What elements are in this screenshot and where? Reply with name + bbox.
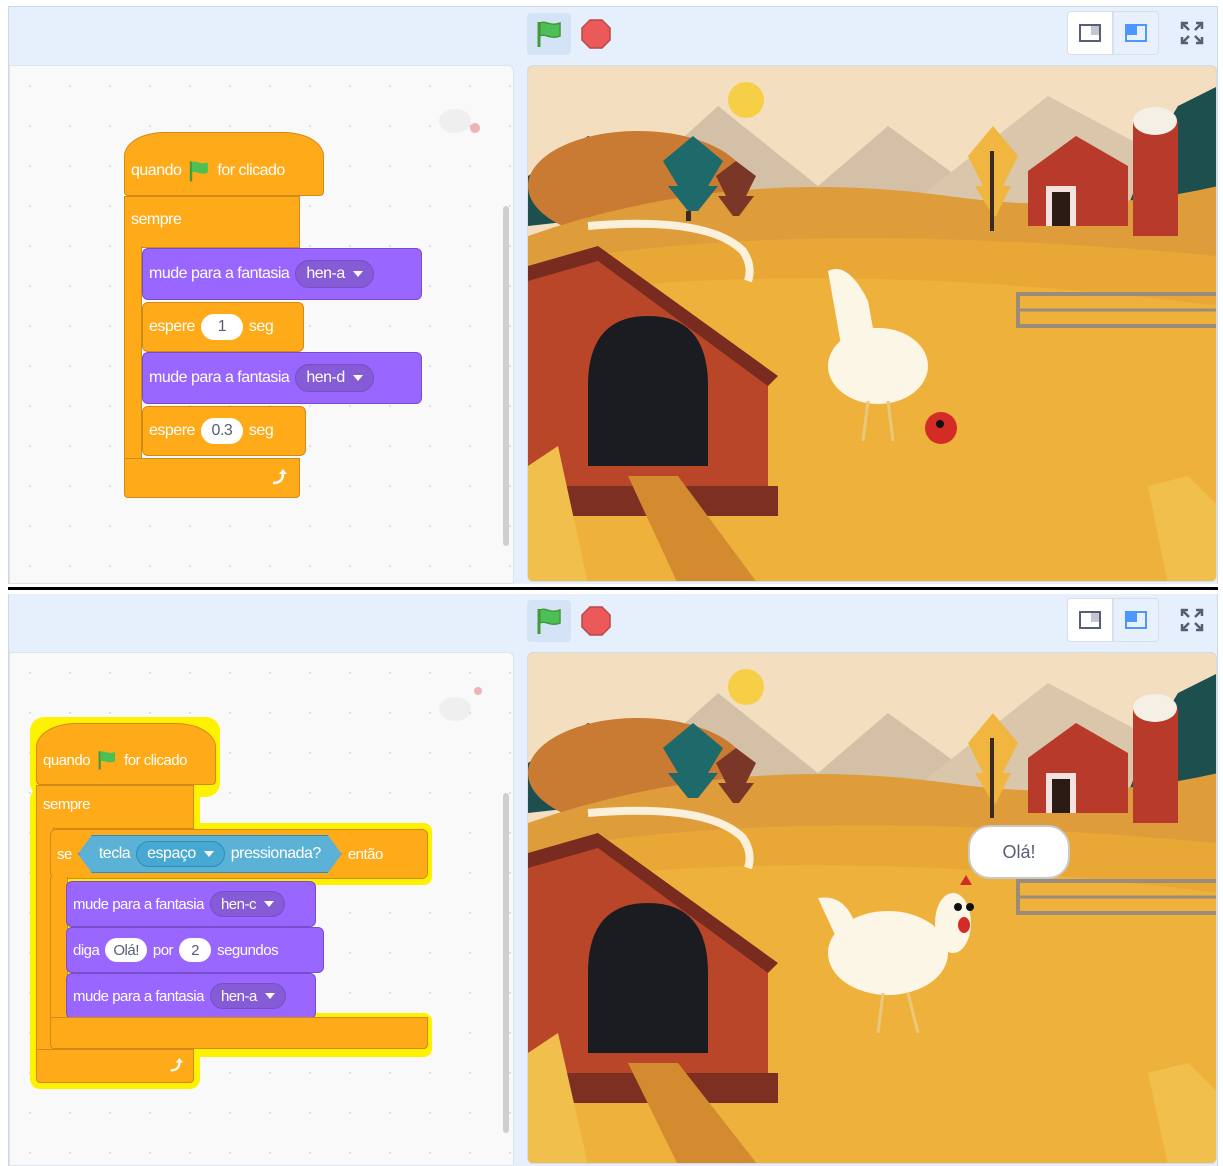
small-stage-button[interactable] [1067, 598, 1113, 642]
when-flag-clicked-block[interactable]: quando for clicado [36, 723, 216, 785]
loop-arrow-icon [272, 469, 287, 485]
if-label: se [57, 845, 72, 863]
wait-input[interactable]: 1 [200, 314, 243, 340]
stage[interactable]: Olá! [527, 652, 1217, 1164]
if-then-block[interactable]: se tecla espaço pressionada? então [50, 829, 428, 879]
costume-label: mude para a fantasia [73, 987, 204, 1005]
key-label: tecla [98, 845, 131, 862]
fullscreen-button[interactable] [1169, 598, 1215, 642]
costume-value: hen-a [220, 987, 257, 1005]
sprite-thumbnail [430, 96, 490, 146]
wait-unit: seg [248, 318, 274, 335]
forever-block-bottom [124, 458, 300, 498]
stage[interactable] [527, 65, 1217, 582]
green-flag-icon [190, 161, 209, 182]
costume-dropdown[interactable]: hen-c [209, 891, 285, 917]
wait-label: espere [149, 318, 195, 335]
hat-label-before: quando [131, 162, 182, 179]
costume-label: mude para a fantasia [149, 265, 290, 282]
hat-label-after: for clicado [124, 751, 187, 769]
fullscreen-icon [1180, 21, 1204, 45]
loop-arrow-icon [170, 1058, 183, 1072]
costume-label: mude para a fantasia [73, 895, 204, 913]
forever-block[interactable]: sempre [36, 785, 194, 829]
wait-label: espere [149, 422, 195, 439]
farm-backdrop [528, 653, 1216, 1163]
workspace-scrollbar[interactable] [503, 206, 509, 546]
editor-panel-bottom: quando for clicado sempre se tecla espaç… [8, 594, 1218, 1166]
hat-label-before: quando [43, 751, 91, 769]
chevron-down-icon [263, 901, 274, 907]
green-flag-icon [537, 608, 561, 634]
normal-stage-icon [1125, 611, 1147, 629]
editor-panel-top: quando for clicado sempre mude para a fa… [8, 6, 1218, 584]
switch-costume-block[interactable]: mude para a fantasia hen-a [142, 248, 422, 300]
key-value: espaço [147, 845, 196, 862]
fullscreen-button[interactable] [1169, 11, 1215, 55]
code-workspace[interactable]: quando for clicado sempre mude para a fa… [9, 65, 514, 584]
hat-label-after: for clicado [217, 162, 285, 179]
code-workspace[interactable]: quando for clicado sempre se tecla espaç… [9, 652, 514, 1166]
key-pressed-block[interactable]: tecla espaço pressionada? [78, 835, 342, 873]
wait-unit: seg [248, 422, 274, 439]
normal-stage-button[interactable] [1113, 598, 1159, 642]
green-flag-icon [98, 751, 116, 770]
forever-block[interactable]: sempre [124, 196, 300, 248]
sprite-thumbnail [430, 681, 490, 731]
costume-value: hen-d [306, 369, 345, 386]
normal-stage-button[interactable] [1113, 11, 1159, 55]
farm-backdrop [528, 66, 1216, 581]
switch-costume-block[interactable]: mude para a fantasia hen-c [66, 881, 316, 927]
chevron-down-icon [352, 271, 363, 277]
chevron-down-icon [204, 851, 214, 857]
workspace-scrollbar[interactable] [503, 793, 509, 1133]
costume-label: mude para a fantasia [149, 369, 290, 386]
wait-block[interactable]: espere 0.3 seg [142, 406, 306, 456]
stop-button[interactable] [579, 17, 613, 51]
when-flag-clicked-block[interactable]: quando for clicado [124, 132, 324, 196]
stop-button[interactable] [579, 604, 613, 638]
forever-label: sempre [43, 796, 91, 813]
small-stage-icon [1079, 24, 1101, 42]
say-unit: segundos [217, 941, 279, 959]
green-flag-button[interactable] [527, 13, 571, 55]
costume-value: hen-a [306, 265, 345, 282]
switch-costume-block[interactable]: mude para a fantasia hen-d [142, 352, 422, 404]
say-for-secs-block[interactable]: diga Olá! por 2 segundos [66, 927, 324, 973]
forever-block-bottom [36, 1049, 194, 1083]
stop-icon [581, 606, 611, 636]
wait-input[interactable]: 0.3 [200, 418, 243, 444]
speech-bubble: Olá! [968, 825, 1070, 879]
say-for-label: por [152, 941, 174, 959]
stop-icon [581, 19, 611, 49]
forever-label: sempre [131, 211, 182, 228]
switch-costume-block[interactable]: mude para a fantasia hen-a [66, 973, 316, 1019]
costume-value: hen-c [220, 895, 257, 913]
costume-dropdown[interactable]: hen-a [209, 983, 286, 1009]
forever-c-arm [124, 246, 142, 492]
fullscreen-icon [1180, 608, 1204, 632]
chevron-down-icon [352, 375, 363, 381]
normal-stage-icon [1125, 24, 1147, 42]
if-block-bottom [50, 1017, 428, 1049]
chevron-down-icon [264, 993, 275, 999]
green-flag-button[interactable] [527, 600, 571, 642]
say-text-input[interactable]: Olá! [105, 938, 147, 962]
then-label: então [347, 845, 384, 863]
costume-dropdown[interactable]: hen-a [295, 260, 374, 288]
say-secs-input[interactable]: 2 [179, 938, 212, 962]
costume-dropdown[interactable]: hen-d [295, 364, 374, 392]
small-stage-icon [1079, 611, 1101, 629]
green-flag-icon [537, 21, 561, 47]
image-divider [0, 584, 1223, 594]
wait-block[interactable]: espere 1 seg [142, 302, 304, 352]
say-label: diga [73, 941, 100, 959]
key-dropdown[interactable]: espaço [136, 841, 225, 867]
pressed-label: pressionada? [230, 845, 321, 862]
small-stage-button[interactable] [1067, 11, 1113, 55]
